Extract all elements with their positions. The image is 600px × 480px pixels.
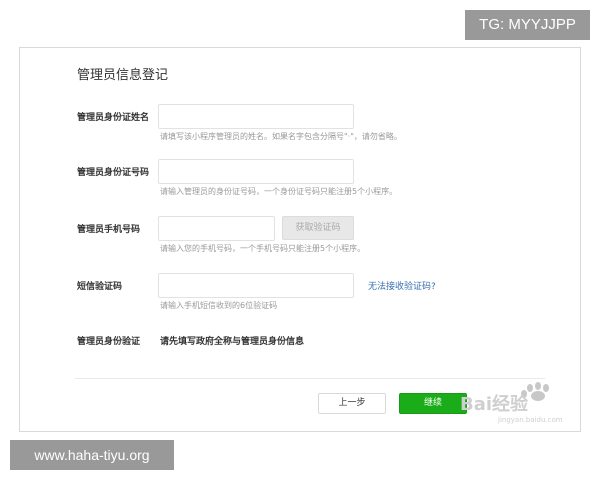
sms-code-input[interactable] bbox=[158, 273, 354, 298]
phone-hint: 请输入您的手机号码，一个手机号码只能注册5个小程序。 bbox=[160, 244, 366, 253]
identity-verify-label: 管理员身份验证 bbox=[77, 337, 141, 347]
name-hint: 请填写该小程序管理员的姓名。如果名字包含分隔号"·"，请勿省略。 bbox=[160, 132, 402, 141]
name-input[interactable] bbox=[158, 104, 354, 129]
identity-verify-text: 请先填写政府全称与管理员身份信息 bbox=[160, 337, 305, 347]
cannot-receive-code-link[interactable]: 无法接收验证码? bbox=[368, 279, 436, 292]
sms-code-hint: 请输入手机短信收到的6位验证码 bbox=[160, 301, 278, 310]
divider bbox=[75, 378, 545, 379]
url-badge: www.haha-tiyu.org bbox=[10, 440, 174, 470]
id-number-input[interactable] bbox=[158, 159, 354, 184]
phone-label: 管理员手机号码 bbox=[77, 225, 141, 235]
registration-panel: 管理员信息登记 管理员身份证姓名 请填写该小程序管理员的姓名。如果名字包含分隔号… bbox=[19, 47, 581, 432]
tg-badge: TG: MYYJJPP bbox=[465, 10, 590, 40]
form-title: 管理员信息登记 bbox=[77, 68, 169, 83]
continue-button[interactable]: 继续 bbox=[399, 393, 467, 414]
svg-text:Bai经验: Bai经验 bbox=[460, 393, 529, 415]
id-number-hint: 请输入管理员的身份证号码，一个身份证号码只能注册5个小程序。 bbox=[160, 187, 398, 196]
svg-text:jingyan.baidu.com: jingyan.baidu.com bbox=[497, 416, 563, 424]
id-number-label: 管理员身份证号码 bbox=[77, 168, 150, 178]
page: TG: MYYJJPP 管理员信息登记 管理员身份证姓名 请填写该小程序管理员的… bbox=[0, 0, 600, 480]
sms-code-label: 短信验证码 bbox=[77, 282, 123, 292]
name-label: 管理员身份证姓名 bbox=[77, 113, 150, 123]
baidu-watermark-logo: Bai经验 jingyan.baidu.com bbox=[460, 382, 563, 424]
phone-input[interactable] bbox=[158, 216, 275, 241]
prev-button[interactable]: 上一步 bbox=[318, 393, 386, 414]
get-code-button[interactable]: 获取验证码 bbox=[282, 216, 354, 240]
